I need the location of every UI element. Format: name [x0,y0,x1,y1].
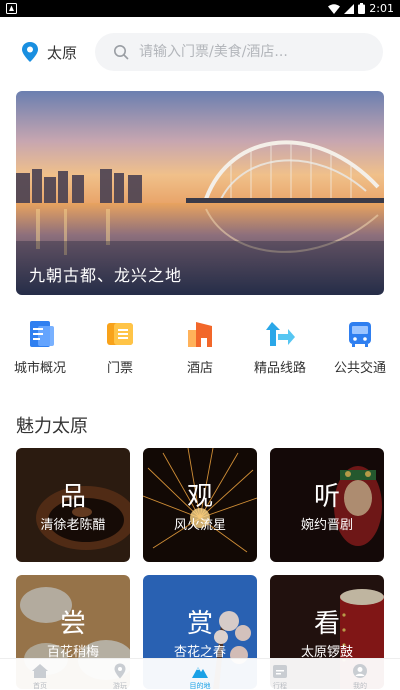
category-public-transport[interactable]: 公共交通 [320,318,400,378]
hotel-icon [188,322,212,347]
nav-label: 行程 [273,682,287,690]
card-title: 听 [313,482,340,512]
nav-label: 首页 [33,682,47,690]
route-icon [266,322,295,346]
card-title: 看 [313,609,340,639]
feature-card[interactable]: 观 风火流星 [143,448,257,562]
card-subtitle: 风火流星 [173,518,226,533]
banner-caption: 九朝古都、龙兴之地 [29,266,183,285]
nav-play[interactable]: 游玩 [80,661,160,690]
search-input[interactable] [139,33,369,71]
bus-icon [349,322,371,347]
nav-destination[interactable]: 目的地 [160,661,240,690]
search-bar[interactable] [95,33,383,71]
clock: 2:01 [369,2,394,15]
card-title: 尝 [59,609,86,639]
location-icon [114,663,126,679]
card-subtitle: 清徐老陈醋 [40,518,106,533]
nav-mine[interactable]: 我的 [320,661,400,690]
calendar-icon [273,665,287,678]
banner-carousel[interactable]: 九朝古都、龙兴之地 [16,91,384,295]
category-label: 精品线路 [253,361,306,376]
category-label: 公共交通 [333,361,386,376]
document-icon [30,321,54,347]
nav-label: 目的地 [189,682,211,690]
wifi-icon [328,3,341,14]
category-hotel[interactable]: 酒店 [160,318,240,378]
home-icon [32,664,48,678]
status-bar: 2:01 [0,0,400,17]
card-title: 品 [59,482,86,512]
notification-icon [6,3,17,14]
bottom-navigation: 首页 游玩 目的地 行程 我的 [0,658,400,690]
nav-home[interactable]: 首页 [0,661,80,690]
card-title: 赏 [186,609,213,639]
section-title: 魅力太原 [16,416,88,437]
category-row: 城市概况 门票 酒店 精品线路 公共交通 [0,318,400,378]
header: 太原 [0,33,400,71]
nav-label: 我的 [353,682,367,690]
city-selector[interactable]: 太原 [47,42,77,63]
mountain-icon [192,667,208,678]
battery-icon [358,3,366,14]
ticket-icon [107,323,133,345]
category-label: 酒店 [186,361,213,376]
signal-icon [344,3,355,14]
nav-itinerary[interactable]: 行程 [240,661,320,690]
category-city-overview[interactable]: 城市概况 [0,318,80,378]
feature-card[interactable]: 听 婉约晋剧 [270,448,384,562]
nav-label: 游玩 [113,682,127,690]
category-tickets[interactable]: 门票 [80,318,160,378]
category-label: 城市概况 [13,361,66,376]
category-label: 门票 [106,361,133,376]
search-icon [114,45,129,60]
card-subtitle: 婉约晋剧 [300,518,353,533]
location-pin-icon[interactable] [20,41,40,63]
card-title: 观 [186,482,213,512]
feature-card[interactable]: 品 清徐老陈醋 [16,448,130,562]
category-routes[interactable]: 精品线路 [240,318,320,378]
user-icon [353,664,367,678]
